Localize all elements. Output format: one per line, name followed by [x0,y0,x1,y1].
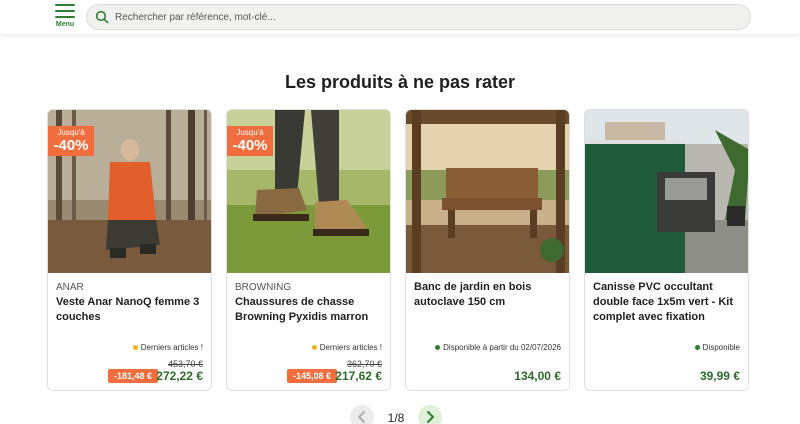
hamburger-icon [55,4,75,18]
product-card-veste-anar[interactable]: Jusqu'à -40% ANAR Veste Anar NanoQ femme… [47,109,212,391]
next-page-button[interactable] [418,405,442,424]
promo-badge: Jusqu'à -40% [227,126,273,156]
availability-status: Derniers articles ! [311,343,382,352]
product-card-canisse-pvc[interactable]: Canisse PVC occultant double face 1x5m v… [584,109,749,391]
search-icon [95,10,109,24]
chevron-left-icon [358,411,365,423]
search-input[interactable] [115,11,735,23]
stock-low-dot-icon [132,345,138,350]
carousel-pagination: 1/8 [0,405,800,424]
availability-status: Disponible à partir du 02/07/2026 [435,343,561,352]
discount-badge: -181,48 € [108,369,159,383]
product-name[interactable]: Canisse PVC occultant double face 1x5m v… [593,280,743,325]
stock-ok-dot-icon [435,345,441,350]
product-name[interactable]: Banc de jardin en bois autoclave 150 cm [414,280,564,310]
page-indicator: 1/8 [387,411,405,424]
product-name[interactable]: Chaussures de chasse Browning Pyxidis ma… [235,295,385,325]
availability-status: Disponible [694,343,740,352]
product-image-canisse [585,110,748,273]
product-image-veste: Jusqu'à -40% [48,110,211,273]
product-carousel: Jusqu'à -40% ANAR Veste Anar NanoQ femme… [47,109,749,391]
previous-page-button[interactable] [350,405,374,424]
old-price: 453,70 € [167,359,203,369]
old-price: 362,70 € [346,359,382,369]
top-header: Menu [0,0,800,34]
product-image-chaussures: Jusqu'à -40% [227,110,390,273]
product-price: 272,22 € [156,369,203,383]
stock-ok-dot-icon [694,345,700,350]
product-price: 134,00 € [514,369,561,383]
availability-status: Derniers articles ! [132,343,203,352]
product-brand: ANAR [56,282,84,293]
product-price: 217,62 € [335,369,382,383]
product-price: 39,99 € [699,369,740,383]
product-card-banc-jardin[interactable]: Banc de jardin en bois autoclave 150 cm … [405,109,570,391]
product-brand: BROWNING [235,282,292,293]
discount-badge: -145,08 € [287,369,338,383]
product-name[interactable]: Veste Anar NanoQ femme 3 couches [56,295,206,325]
menu-button[interactable]: Menu [52,2,78,32]
stock-low-dot-icon [311,345,317,350]
product-card-chaussures-browning[interactable]: Jusqu'à -40% BROWNING Chaussures de chas… [226,109,391,391]
chevron-right-icon [427,411,434,423]
product-image-banc [406,110,569,273]
section-title: Les produits à ne pas rater [284,72,516,92]
menu-label: Menu [55,21,75,28]
promo-badge: Jusqu'à -40% [48,126,94,156]
search-bar[interactable] [86,4,751,30]
